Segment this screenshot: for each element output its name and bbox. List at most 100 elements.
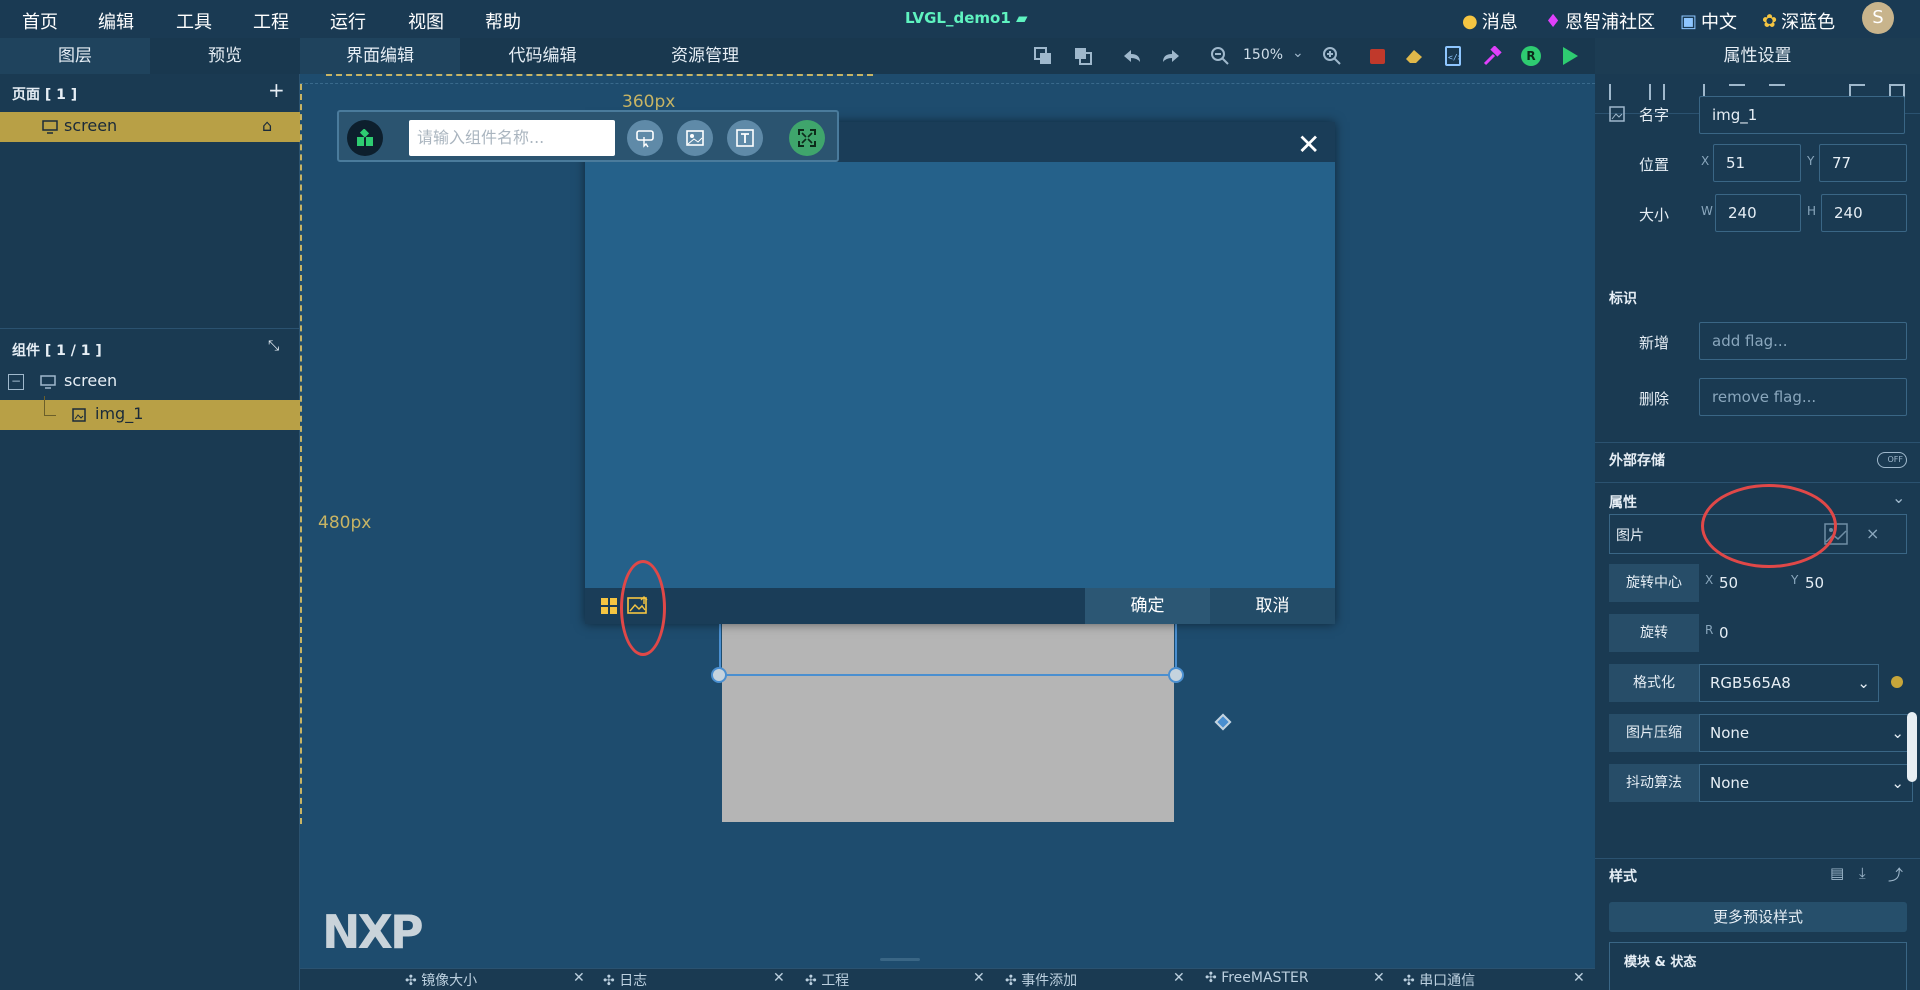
- collapse-icon[interactable]: −: [8, 374, 24, 390]
- add-flag-input[interactable]: add flag...: [1699, 322, 1907, 360]
- run-r-icon[interactable]: R: [1521, 46, 1541, 66]
- y-field[interactable]: 77: [1819, 144, 1907, 182]
- close-icon[interactable]: ✕: [1173, 970, 1185, 990]
- compress-select[interactable]: None ⌄: [1699, 714, 1913, 752]
- external-storage-toggle[interactable]: OFF: [1877, 452, 1907, 468]
- menu-view[interactable]: 视图: [408, 8, 444, 34]
- tree-node-screen[interactable]: screen: [64, 371, 117, 390]
- dither-select[interactable]: None ⌄: [1699, 764, 1913, 802]
- image-widget-icon[interactable]: [677, 120, 713, 156]
- community-link[interactable]: ♦ 恩智浦社区: [1545, 8, 1655, 34]
- expand-icon[interactable]: ⤡: [268, 338, 279, 354]
- zoom-level[interactable]: 150%: [1243, 47, 1283, 63]
- tab-ui-edit[interactable]: 界面编辑: [300, 38, 460, 74]
- name-field[interactable]: img_1: [1699, 96, 1905, 134]
- tab-freemaster[interactable]: ✣ FreeMASTER: [1205, 970, 1309, 990]
- hammer-icon[interactable]: [1482, 46, 1502, 66]
- rotate-field[interactable]: 0: [1719, 624, 1729, 642]
- page-item-screen[interactable]: screen ⌂: [0, 112, 300, 142]
- menu-help[interactable]: 帮助: [485, 8, 521, 34]
- align-center-icon[interactable]: [1649, 84, 1665, 100]
- pivot-y-field[interactable]: 50: [1805, 574, 1824, 592]
- tab-serial[interactable]: ✣ 串口通信: [1403, 970, 1475, 990]
- close-icon[interactable]: ✕: [1573, 970, 1585, 990]
- components-header-label: 组件 [ 1 / 1 ]: [12, 343, 102, 359]
- chevron-down-icon[interactable]: ⌄: [1292, 45, 1304, 61]
- tab-code-edit[interactable]: 代码编辑: [460, 38, 625, 74]
- tab-project[interactable]: ✣ 工程: [805, 970, 849, 990]
- folder-icon[interactable]: ▰: [1016, 9, 1028, 27]
- messages-link[interactable]: ● 消息: [1462, 8, 1518, 34]
- code-file-icon[interactable]: </>: [1443, 46, 1463, 66]
- eraser-icon[interactable]: [1404, 46, 1424, 66]
- more-styles-button[interactable]: 更多预设样式: [1609, 902, 1907, 932]
- text-widget-icon[interactable]: [727, 120, 763, 156]
- tab-resources[interactable]: 资源管理: [625, 38, 785, 74]
- send-back-icon[interactable]: [1073, 46, 1093, 66]
- fullscreen-icon[interactable]: [789, 120, 825, 156]
- x-field[interactable]: 51: [1713, 144, 1801, 182]
- resize-handle[interactable]: [711, 667, 727, 683]
- align-left-icon[interactable]: [1609, 84, 1625, 100]
- bring-front-icon[interactable]: [1033, 46, 1053, 66]
- dialog-content: [585, 162, 1335, 588]
- tab-label: FreeMASTER: [1221, 970, 1309, 986]
- close-icon[interactable]: ✕: [773, 970, 785, 990]
- format-select[interactable]: RGB565A8 ⌄: [1699, 664, 1879, 702]
- menu-project[interactable]: 工程: [253, 8, 289, 34]
- messages-label: 消息: [1481, 12, 1518, 33]
- stop-icon[interactable]: [1367, 46, 1387, 66]
- menu-tools[interactable]: 工具: [176, 8, 212, 34]
- redo-icon[interactable]: [1161, 46, 1181, 66]
- translate-icon: ▣: [1680, 10, 1698, 32]
- save-style-icon[interactable]: ▤: [1830, 864, 1844, 882]
- widgets-icon[interactable]: [347, 120, 383, 156]
- dialog-footer: 确定 取消: [585, 588, 1335, 624]
- info-icon[interactable]: [1891, 676, 1903, 688]
- resize-handle[interactable]: [1168, 667, 1184, 683]
- tab-layers[interactable]: 图层: [0, 38, 150, 74]
- remove-flag-input[interactable]: remove flag...: [1699, 378, 1907, 416]
- close-icon[interactable]: ✕: [1297, 128, 1320, 161]
- tab-events[interactable]: ✣ 事件添加: [1005, 970, 1077, 990]
- tab-label: 日志: [619, 973, 648, 989]
- tab-label: 工程: [821, 973, 850, 989]
- export-style-icon[interactable]: ⤴: [1888, 864, 1903, 885]
- parts-states-box: 模块 & 状态: [1609, 942, 1907, 990]
- tab-image-size[interactable]: ✣ 镜像大小: [405, 970, 477, 990]
- tab-preview[interactable]: 预览: [150, 38, 300, 74]
- drag-handle[interactable]: [880, 958, 920, 961]
- height-field[interactable]: 240: [1821, 194, 1907, 232]
- undo-icon[interactable]: [1122, 46, 1142, 66]
- theme-switch[interactable]: ✿ 深蓝色: [1762, 8, 1835, 34]
- language-switch[interactable]: ▣ 中文: [1680, 8, 1737, 34]
- menu-run[interactable]: 运行: [330, 8, 366, 34]
- zoom-out-icon[interactable]: [1210, 46, 1230, 66]
- format-value: RGB565A8: [1710, 674, 1791, 692]
- close-icon[interactable]: ✕: [973, 970, 985, 990]
- clear-image-icon[interactable]: ×: [1866, 524, 1879, 543]
- search-input[interactable]: 请输入组件名称...: [409, 120, 615, 156]
- grid-view-icon[interactable]: [600, 597, 618, 619]
- add-page-icon[interactable]: +: [268, 78, 285, 102]
- tab-log[interactable]: ✣ 日志: [603, 970, 647, 990]
- nxp-logo: NXP: [322, 905, 424, 959]
- play-icon[interactable]: [1560, 46, 1580, 66]
- tree-node-img-1[interactable]: img_1: [0, 396, 300, 430]
- cancel-button[interactable]: 取消: [1210, 588, 1335, 624]
- menu-edit[interactable]: 编辑: [98, 8, 134, 34]
- button-widget-icon[interactable]: [627, 120, 663, 156]
- zoom-in-icon[interactable]: [1322, 46, 1342, 66]
- chevron-down-icon[interactable]: ⌄: [1892, 488, 1905, 507]
- menu-home[interactable]: 首页: [22, 8, 58, 34]
- width-field[interactable]: 240: [1715, 194, 1801, 232]
- import-style-icon[interactable]: ⤓: [1859, 864, 1866, 882]
- rotate-label: 旋转: [1609, 614, 1699, 652]
- confirm-button[interactable]: 确定: [1085, 588, 1210, 624]
- pivot-x-field[interactable]: 50: [1719, 574, 1738, 592]
- home-icon[interactable]: ⌂: [262, 116, 272, 135]
- avatar[interactable]: S: [1862, 2, 1894, 34]
- scrollbar-thumb[interactable]: [1907, 712, 1917, 782]
- close-icon[interactable]: ✕: [573, 970, 585, 990]
- close-icon[interactable]: ✕: [1373, 970, 1385, 990]
